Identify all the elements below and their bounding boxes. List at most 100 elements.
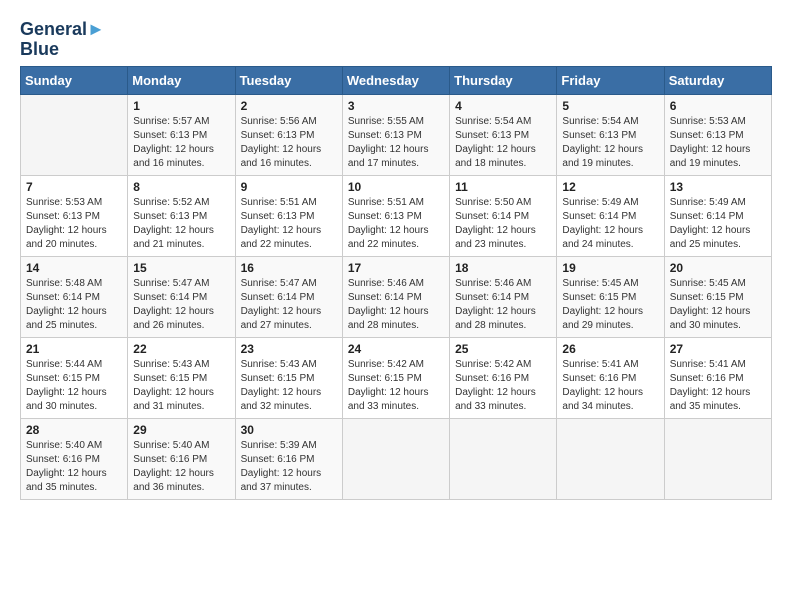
- day-number: 4: [455, 99, 551, 113]
- day-number: 21: [26, 342, 122, 356]
- day-number: 5: [562, 99, 658, 113]
- calendar-day-cell: 14 Sunrise: 5:48 AMSunset: 6:14 PMDayligh…: [21, 256, 128, 337]
- calendar-day-cell: 15 Sunrise: 5:47 AMSunset: 6:14 PMDayligh…: [128, 256, 235, 337]
- calendar-week-row: 21 Sunrise: 5:44 AMSunset: 6:15 PMDayligh…: [21, 337, 772, 418]
- calendar-day-cell: 25Sunrise: 5:42 AMSunset: 6:16 PMDayligh…: [450, 337, 557, 418]
- calendar-day-cell: 9 Sunrise: 5:51 AMSunset: 6:13 PMDaylight…: [235, 175, 342, 256]
- day-info: Sunrise: 5:44 AMSunset: 6:15 PMDaylight:…: [26, 358, 122, 414]
- calendar-header-sunday: Sunday: [21, 66, 128, 94]
- day-info: Sunrise: 5:51 AMSunset: 6:13 PMDaylight:…: [241, 196, 337, 252]
- calendar-table: SundayMondayTuesdayWednesdayThursdayFrid…: [20, 66, 772, 500]
- calendar-day-cell: 12Sunrise: 5:49 AMSunset: 6:14 PMDayligh…: [557, 175, 664, 256]
- day-number: 9: [241, 180, 337, 194]
- day-info: Sunrise: 5:52 AMSunset: 6:13 PMDaylight:…: [133, 196, 229, 252]
- day-number: 29: [133, 423, 229, 437]
- logo: General►Blue: [20, 20, 105, 60]
- day-number: 24: [348, 342, 444, 356]
- calendar-day-cell: 5 Sunrise: 5:54 AMSunset: 6:13 PMDaylight…: [557, 94, 664, 175]
- day-number: 22: [133, 342, 229, 356]
- calendar-day-cell: 3Sunrise: 5:55 AMSunset: 6:13 PMDaylight…: [342, 94, 449, 175]
- day-info: Sunrise: 5:48 AMSunset: 6:14 PMDaylight:…: [26, 277, 122, 333]
- day-info: Sunrise: 5:39 AMSunset: 6:16 PMDaylight:…: [241, 439, 337, 495]
- day-info: Sunrise: 5:56 AMSunset: 6:13 PMDaylight:…: [241, 115, 337, 171]
- calendar-day-cell: [342, 418, 449, 499]
- calendar-day-cell: 17 Sunrise: 5:46 AMSunset: 6:14 PMDayligh…: [342, 256, 449, 337]
- calendar-day-cell: 2 Sunrise: 5:56 AMSunset: 6:13 PMDaylight…: [235, 94, 342, 175]
- calendar-day-cell: 29 Sunrise: 5:40 AMSunset: 6:16 PMDayligh…: [128, 418, 235, 499]
- day-number: 12: [562, 180, 658, 194]
- day-info: Sunrise: 5:43 AMSunset: 6:15 PMDaylight:…: [133, 358, 229, 414]
- calendar-day-cell: 6Sunrise: 5:53 AMSunset: 6:13 PMDaylight…: [664, 94, 771, 175]
- day-info: Sunrise: 5:42 AMSunset: 6:15 PMDaylight:…: [348, 358, 444, 414]
- calendar-day-cell: [664, 418, 771, 499]
- calendar-header-monday: Monday: [128, 66, 235, 94]
- calendar-header-row: SundayMondayTuesdayWednesdayThursdayFrid…: [21, 66, 772, 94]
- day-info: Sunrise: 5:46 AMSunset: 6:14 PMDaylight:…: [348, 277, 444, 333]
- calendar-header-friday: Friday: [557, 66, 664, 94]
- calendar-header-wednesday: Wednesday: [342, 66, 449, 94]
- calendar-day-cell: 13 Sunrise: 5:49 AMSunset: 6:14 PMDayligh…: [664, 175, 771, 256]
- day-number: 8: [133, 180, 229, 194]
- calendar-day-cell: 16 Sunrise: 5:47 AMSunset: 6:14 PMDayligh…: [235, 256, 342, 337]
- calendar-week-row: 1 Sunrise: 5:57 AMSunset: 6:13 PMDaylight…: [21, 94, 772, 175]
- day-info: Sunrise: 5:54 AMSunset: 6:13 PMDaylight:…: [455, 115, 551, 171]
- day-number: 14: [26, 261, 122, 275]
- calendar-day-cell: 23 Sunrise: 5:43 AMSunset: 6:15 PMDayligh…: [235, 337, 342, 418]
- calendar-day-cell: 24 Sunrise: 5:42 AMSunset: 6:15 PMDayligh…: [342, 337, 449, 418]
- calendar-day-cell: [450, 418, 557, 499]
- calendar-day-cell: 26Sunrise: 5:41 AMSunset: 6:16 PMDayligh…: [557, 337, 664, 418]
- day-info: Sunrise: 5:43 AMSunset: 6:15 PMDaylight:…: [241, 358, 337, 414]
- calendar-day-cell: 20 Sunrise: 5:45 AMSunset: 6:15 PMDayligh…: [664, 256, 771, 337]
- calendar-day-cell: 19Sunrise: 5:45 AMSunset: 6:15 PMDayligh…: [557, 256, 664, 337]
- page-header: General►Blue: [20, 20, 772, 60]
- day-info: Sunrise: 5:53 AMSunset: 6:13 PMDaylight:…: [670, 115, 766, 171]
- calendar-header-thursday: Thursday: [450, 66, 557, 94]
- day-number: 23: [241, 342, 337, 356]
- day-info: Sunrise: 5:51 AMSunset: 6:13 PMDaylight:…: [348, 196, 444, 252]
- calendar-header-saturday: Saturday: [664, 66, 771, 94]
- day-number: 20: [670, 261, 766, 275]
- calendar-day-cell: 27 Sunrise: 5:41 AMSunset: 6:16 PMDayligh…: [664, 337, 771, 418]
- day-number: 3: [348, 99, 444, 113]
- day-info: Sunrise: 5:47 AMSunset: 6:14 PMDaylight:…: [133, 277, 229, 333]
- calendar-day-cell: 28 Sunrise: 5:40 AMSunset: 6:16 PMDayligh…: [21, 418, 128, 499]
- day-number: 2: [241, 99, 337, 113]
- day-info: Sunrise: 5:57 AMSunset: 6:13 PMDaylight:…: [133, 115, 229, 171]
- calendar-day-cell: 30 Sunrise: 5:39 AMSunset: 6:16 PMDayligh…: [235, 418, 342, 499]
- day-info: Sunrise: 5:47 AMSunset: 6:14 PMDaylight:…: [241, 277, 337, 333]
- day-number: 26: [562, 342, 658, 356]
- calendar-day-cell: 7 Sunrise: 5:53 AMSunset: 6:13 PMDaylight…: [21, 175, 128, 256]
- day-number: 27: [670, 342, 766, 356]
- day-number: 30: [241, 423, 337, 437]
- calendar-day-cell: 22 Sunrise: 5:43 AMSunset: 6:15 PMDayligh…: [128, 337, 235, 418]
- day-number: 17: [348, 261, 444, 275]
- day-info: Sunrise: 5:50 AMSunset: 6:14 PMDaylight:…: [455, 196, 551, 252]
- day-info: Sunrise: 5:41 AMSunset: 6:16 PMDaylight:…: [670, 358, 766, 414]
- day-number: 10: [348, 180, 444, 194]
- day-number: 16: [241, 261, 337, 275]
- calendar-day-cell: 21 Sunrise: 5:44 AMSunset: 6:15 PMDayligh…: [21, 337, 128, 418]
- day-info: Sunrise: 5:45 AMSunset: 6:15 PMDaylight:…: [562, 277, 658, 333]
- calendar-week-row: 28 Sunrise: 5:40 AMSunset: 6:16 PMDayligh…: [21, 418, 772, 499]
- calendar-day-cell: [557, 418, 664, 499]
- day-number: 15: [133, 261, 229, 275]
- logo-text: General►Blue: [20, 20, 105, 60]
- day-number: 1: [133, 99, 229, 113]
- day-info: Sunrise: 5:40 AMSunset: 6:16 PMDaylight:…: [26, 439, 122, 495]
- day-number: 25: [455, 342, 551, 356]
- day-info: Sunrise: 5:49 AMSunset: 6:14 PMDaylight:…: [670, 196, 766, 252]
- day-info: Sunrise: 5:53 AMSunset: 6:13 PMDaylight:…: [26, 196, 122, 252]
- day-info: Sunrise: 5:54 AMSunset: 6:13 PMDaylight:…: [562, 115, 658, 171]
- day-number: 13: [670, 180, 766, 194]
- calendar-day-cell: 18Sunrise: 5:46 AMSunset: 6:14 PMDayligh…: [450, 256, 557, 337]
- calendar-day-cell: 11 Sunrise: 5:50 AMSunset: 6:14 PMDayligh…: [450, 175, 557, 256]
- calendar-day-cell: 8 Sunrise: 5:52 AMSunset: 6:13 PMDaylight…: [128, 175, 235, 256]
- day-number: 7: [26, 180, 122, 194]
- day-info: Sunrise: 5:40 AMSunset: 6:16 PMDaylight:…: [133, 439, 229, 495]
- day-info: Sunrise: 5:45 AMSunset: 6:15 PMDaylight:…: [670, 277, 766, 333]
- calendar-header-tuesday: Tuesday: [235, 66, 342, 94]
- day-info: Sunrise: 5:46 AMSunset: 6:14 PMDaylight:…: [455, 277, 551, 333]
- calendar-week-row: 14 Sunrise: 5:48 AMSunset: 6:14 PMDayligh…: [21, 256, 772, 337]
- day-number: 28: [26, 423, 122, 437]
- day-number: 11: [455, 180, 551, 194]
